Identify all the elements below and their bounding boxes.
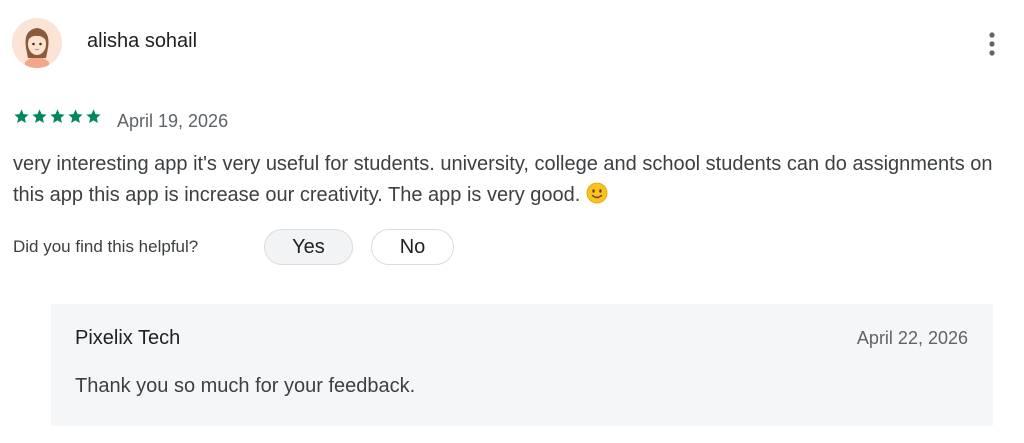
review-body: very interesting app it's very useful fo… [13,153,993,206]
helpful-question: Did you find this helpful? [13,237,199,256]
reviewer-avatar [12,18,62,68]
developer-reply: Pixelix Tech April 22, 2026 Thank you so… [51,304,993,426]
reviewer-name: alisha sohail [87,30,198,52]
star-icon [14,109,29,123]
review-text: very interesting app it's very useful fo… [13,149,1003,214]
star-rating [13,108,102,125]
reply-text: Thank you so much for your feedback. [75,375,416,397]
more-vert-icon [989,32,995,56]
girl-avatar-icon [12,18,62,68]
star-icon [32,109,47,123]
helpful-no-button[interactable]: No [371,229,454,265]
review-date: April 19, 2026 [117,111,229,131]
developer-name: Pixelix Tech [75,327,181,349]
reply-date: April 22, 2026 [856,328,968,348]
more-options-button[interactable] [976,26,1008,62]
slightly-smiling-face-icon [586,182,608,214]
star-icon [50,109,65,123]
star-icon [68,109,83,123]
helpful-yes-button[interactable]: Yes [264,229,353,265]
star-icon [86,109,101,123]
